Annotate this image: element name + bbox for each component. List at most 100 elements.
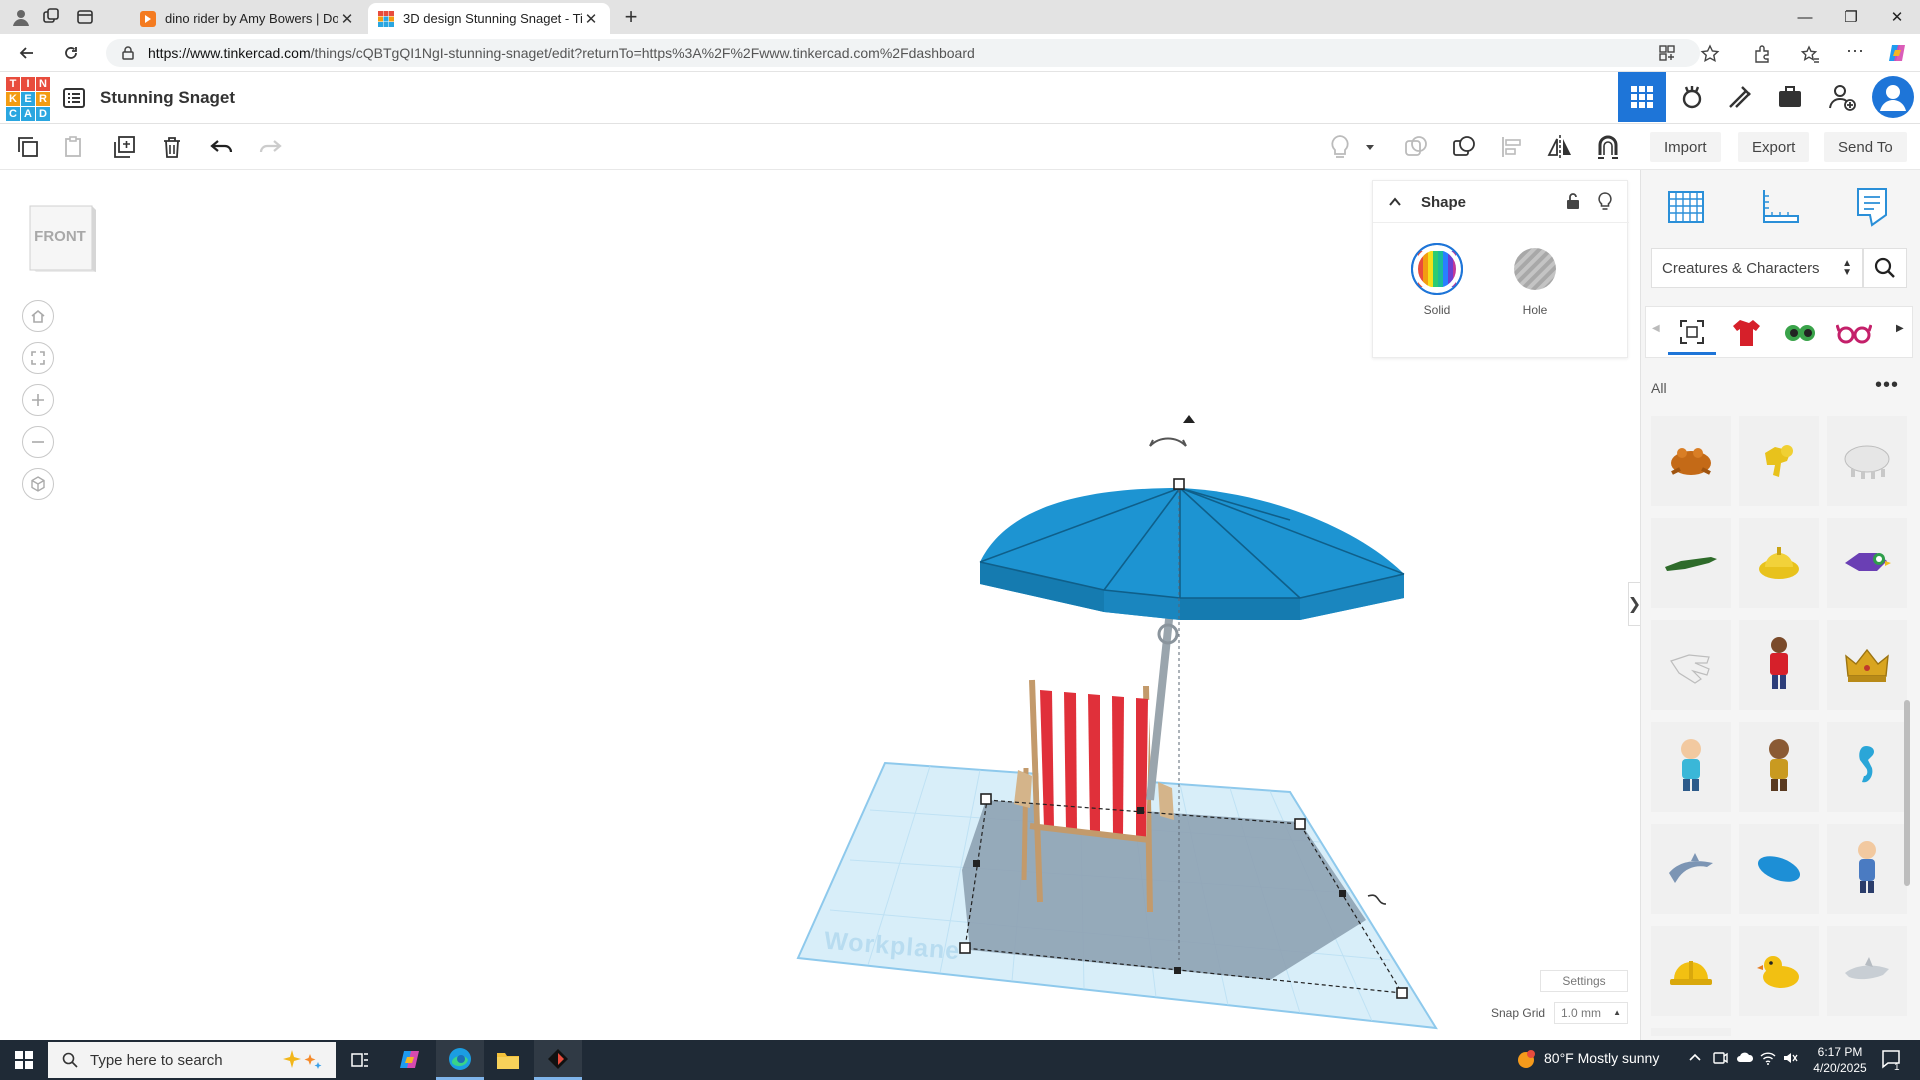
snap-grid-select[interactable]: 1.0 mm ▲: [1554, 1002, 1628, 1024]
edge-app-button[interactable]: [436, 1040, 484, 1080]
more-options-icon[interactable]: ···: [1846, 40, 1864, 61]
lock-icon[interactable]: [1565, 192, 1581, 210]
tinkercad-logo[interactable]: T I N K E R C A D: [6, 77, 50, 121]
carousel-next-icon[interactable]: ▶: [1896, 323, 1904, 334]
weather-icon[interactable]: [1514, 1048, 1538, 1072]
shape-shark[interactable]: [1827, 926, 1907, 1016]
shape-library-select[interactable]: Creatures & Characters ▲ ▼: [1651, 248, 1863, 288]
tab-tinkercad-design[interactable]: 3D design Stunning Snaget - Tink ✕: [368, 3, 610, 34]
collapse-up-icon[interactable]: [1387, 194, 1403, 210]
ruler-tool-icon[interactable]: [1753, 184, 1807, 230]
category-body[interactable]: [1722, 311, 1770, 355]
category-accessories[interactable]: [1830, 311, 1878, 355]
shape-seahorse[interactable]: [1827, 722, 1907, 812]
tab-dino-rider[interactable]: dino rider by Amy Bowers | Down ✕: [130, 3, 366, 34]
umbrella-model[interactable]: [979, 487, 1405, 620]
meet-now-icon[interactable]: [1712, 1050, 1728, 1066]
profile-icon[interactable]: [10, 6, 32, 28]
onedrive-icon[interactable]: [1736, 1050, 1754, 1064]
visibility-bulb-icon[interactable]: [1597, 191, 1613, 211]
close-window-button[interactable]: ✕: [1874, 0, 1920, 34]
duplicate-icon[interactable]: [108, 132, 140, 162]
design-list-icon[interactable]: [62, 86, 86, 110]
group-icon[interactable]: [1400, 132, 1432, 162]
rotate-handle-icon[interactable]: [1149, 437, 1187, 447]
carousel-prev-icon[interactable]: ◀: [1652, 323, 1660, 334]
shape-yellow-dog[interactable]: [1739, 416, 1819, 506]
solid-option[interactable]: Solid: [1407, 243, 1467, 317]
shape-frog[interactable]: [1651, 416, 1731, 506]
shape-crocodile[interactable]: [1651, 518, 1731, 608]
file-explorer-button[interactable]: [484, 1040, 532, 1080]
3d-view-button[interactable]: [1618, 72, 1666, 122]
taskbar-search[interactable]: Type here to search: [48, 1042, 336, 1078]
favorite-star-icon[interactable]: [1700, 44, 1720, 64]
back-button[interactable]: [14, 41, 40, 65]
blocks-button[interactable]: [1668, 72, 1716, 122]
show-hidden-icons-icon[interactable]: [1688, 1050, 1702, 1064]
sidebar-collapse-tab[interactable]: ❯: [1628, 582, 1641, 626]
category-eyes[interactable]: [1776, 311, 1824, 355]
start-button[interactable]: [0, 1040, 48, 1080]
restore-button[interactable]: ❐: [1828, 0, 1874, 34]
weather-text[interactable]: 80°F Mostly sunny: [1544, 1050, 1659, 1066]
shape-purple-bird[interactable]: [1827, 518, 1907, 608]
copilot-icon[interactable]: [1886, 42, 1908, 64]
shape-crown[interactable]: [1827, 620, 1907, 710]
redo-icon[interactable]: [254, 132, 286, 162]
more-options-icon[interactable]: •••: [1875, 374, 1899, 397]
copy-icon[interactable]: [12, 132, 44, 162]
hole-option[interactable]: Hole: [1505, 243, 1565, 317]
wifi-icon[interactable]: [1760, 1050, 1776, 1066]
shape-blue-disc[interactable]: [1739, 824, 1819, 914]
favorites-icon[interactable]: [1800, 44, 1820, 64]
design-title[interactable]: Stunning Snaget: [100, 88, 235, 108]
shape-dolphin[interactable]: [1651, 824, 1731, 914]
mirror-icon[interactable]: [1544, 132, 1576, 162]
notes-tool-icon[interactable]: [1845, 184, 1899, 230]
search-shapes-button[interactable]: [1863, 248, 1907, 288]
send-to-button[interactable]: Send To: [1824, 132, 1907, 162]
import-button[interactable]: Import: [1650, 132, 1721, 162]
shape-blue-figure[interactable]: [1827, 824, 1907, 914]
url-field[interactable]: https://www.tinkercad.com/things/cQBTgQI…: [106, 39, 1700, 67]
taskbar-clock[interactable]: 6:17 PM 4/20/2025: [1800, 1044, 1880, 1076]
extensions-icon[interactable]: [1752, 44, 1772, 64]
show-hide-bulb-icon[interactable]: [1324, 132, 1356, 162]
refresh-button[interactable]: [58, 41, 84, 65]
volume-icon[interactable]: [1782, 1050, 1798, 1066]
copilot-app-button[interactable]: [386, 1040, 434, 1080]
align-icon[interactable]: [1496, 132, 1528, 162]
new-tab-button[interactable]: +: [620, 6, 642, 28]
export-button[interactable]: Export: [1738, 132, 1810, 162]
close-tab-icon[interactable]: ✕: [582, 10, 600, 28]
workplane-tool-icon[interactable]: [1659, 184, 1713, 230]
ungroup-icon[interactable]: [1448, 132, 1480, 162]
task-view-button[interactable]: [336, 1040, 384, 1080]
shape-yellow-hat[interactable]: [1739, 518, 1819, 608]
shape-white-creature[interactable]: [1827, 416, 1907, 506]
chevron-down-icon[interactable]: [1362, 132, 1378, 162]
shape-red-boy[interactable]: [1739, 620, 1819, 710]
paste-icon[interactable]: [58, 132, 90, 162]
app-button[interactable]: [534, 1040, 582, 1080]
shape-brown-character[interactable]: [1739, 722, 1819, 812]
workspaces-icon[interactable]: [40, 6, 62, 28]
shape-hard-hat[interactable]: [1651, 926, 1731, 1016]
height-arrow-icon[interactable]: [1183, 415, 1195, 423]
sim-lab-button[interactable]: [1766, 72, 1814, 122]
app-available-icon[interactable]: [1658, 44, 1676, 62]
category-all[interactable]: [1668, 311, 1716, 355]
settings-button[interactable]: Settings: [1540, 970, 1628, 992]
shape-blue-character[interactable]: [1651, 722, 1731, 812]
delete-icon[interactable]: [156, 132, 188, 162]
sidebar-scrollbar[interactable]: [1904, 700, 1910, 886]
avatar[interactable]: [1868, 72, 1918, 122]
close-tab-icon[interactable]: ✕: [338, 10, 356, 28]
tab-actions-icon[interactable]: [74, 6, 96, 28]
invite-user-button[interactable]: [1818, 72, 1866, 122]
undo-icon[interactable]: [206, 132, 238, 162]
rotate-side-handle-icon[interactable]: [1367, 894, 1387, 905]
cruise-magnet-icon[interactable]: [1592, 132, 1624, 162]
bricks-button[interactable]: [1716, 72, 1764, 122]
